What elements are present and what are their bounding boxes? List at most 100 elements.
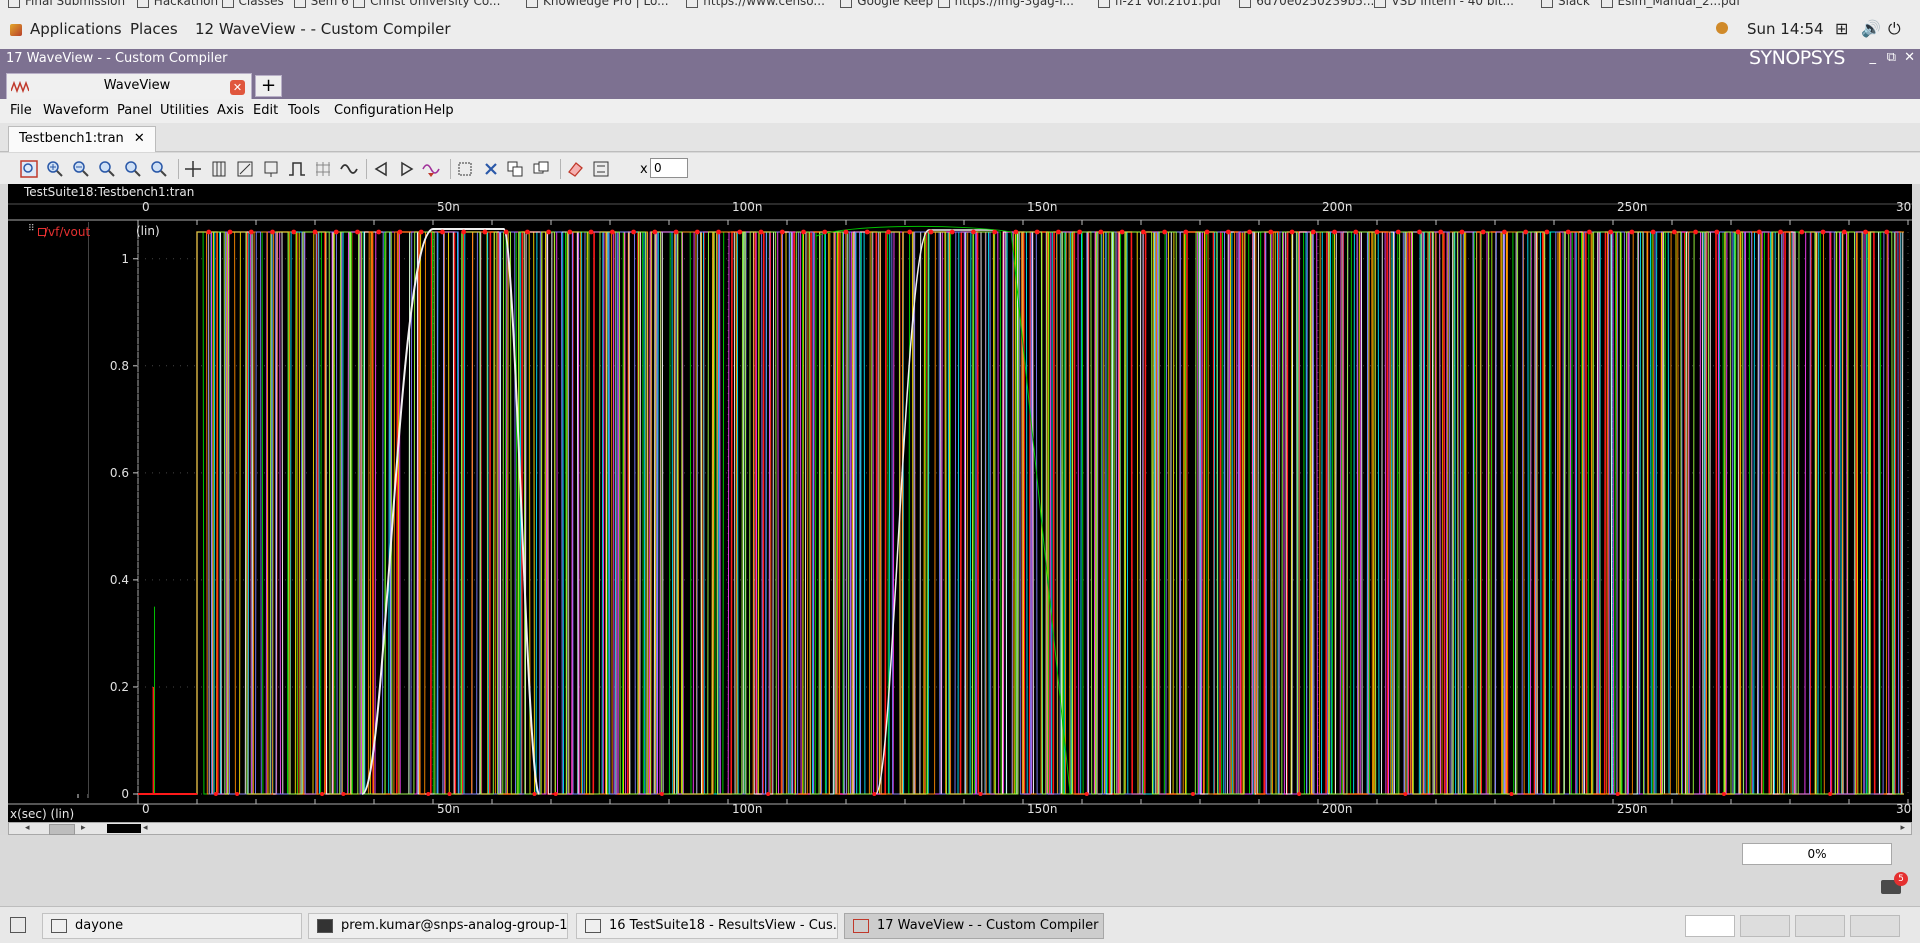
bookmark-item[interactable]: https://www.censo... bbox=[686, 0, 825, 8]
pan-left-icon[interactable]: ◂ bbox=[143, 823, 148, 833]
bookmark-item[interactable]: Esim_Manual_2...pdf bbox=[1600, 0, 1741, 8]
power-icon[interactable]: ⏻ bbox=[1888, 19, 1901, 39]
sine-wave-icon[interactable] bbox=[340, 160, 358, 178]
pulse-icon[interactable] bbox=[288, 160, 306, 178]
data-point-marker bbox=[1714, 229, 1720, 235]
window-titlebar[interactable]: 17 WaveView - - Custom Compiler SYNOPSYS… bbox=[0, 47, 1920, 69]
minimize-icon[interactable]: _ bbox=[1870, 50, 1877, 65]
vertical-marker-icon[interactable] bbox=[210, 160, 228, 178]
x-tick-label: 250n bbox=[1617, 802, 1648, 816]
zoom-in-icon[interactable] bbox=[46, 160, 64, 178]
waveform-trace bbox=[138, 231, 1904, 795]
grid-icon[interactable] bbox=[314, 160, 332, 178]
horizontal-scrollbar[interactable]: ◂ ▸ ◂ ▸ bbox=[8, 822, 1912, 835]
x-tick-label: 50n bbox=[437, 200, 460, 214]
bookmark-item[interactable]: Sem 6 bbox=[293, 0, 349, 8]
signal-marker-icon[interactable] bbox=[422, 160, 440, 178]
clock[interactable]: Sun 14:54 bbox=[1747, 20, 1824, 38]
scroll-left-icon[interactable]: ◂ bbox=[25, 823, 30, 833]
bookmark-item[interactable]: Knowledge Pro | Lo... bbox=[526, 0, 669, 8]
zoom-fit-icon[interactable] bbox=[20, 160, 38, 178]
measure-icon[interactable] bbox=[236, 160, 254, 178]
bookmark-item[interactable]: Hackathon bbox=[136, 0, 218, 8]
close-icon[interactable]: ✕ bbox=[1904, 50, 1915, 65]
places-menu[interactable]: Places bbox=[130, 20, 178, 38]
zoom-x-icon[interactable] bbox=[98, 160, 116, 178]
scroll-thumb[interactable] bbox=[49, 824, 75, 835]
data-point-marker bbox=[213, 792, 218, 796]
scroll-right-icon[interactable]: ▸ bbox=[81, 823, 86, 833]
data-point-marker bbox=[1671, 229, 1677, 235]
expand-icon[interactable]: ⠿ bbox=[28, 224, 35, 234]
paste-icon[interactable] bbox=[532, 160, 550, 178]
menu-help[interactable]: Help bbox=[424, 103, 454, 118]
workspace-1[interactable] bbox=[1685, 915, 1735, 937]
bookmark-item[interactable]: 6d70e0250239b5... bbox=[1239, 0, 1374, 8]
maximize-icon[interactable]: ⧉ bbox=[1887, 50, 1896, 65]
tab-waveview[interactable]: WaveView ✕ bbox=[6, 73, 252, 99]
bookmark-item[interactable]: https://img-3gag-f... bbox=[937, 0, 1074, 8]
copy-icon[interactable] bbox=[506, 160, 524, 178]
tab-testbench1-tran[interactable]: Testbench1:tran ✕ bbox=[8, 126, 156, 152]
bookmark-item[interactable]: fl-21 Vol.2101.pdf bbox=[1097, 0, 1221, 8]
waveform-chart[interactable]: 00.20.40.60.810050n50n100n100n150n150n20… bbox=[8, 184, 1912, 824]
annotate-icon[interactable] bbox=[262, 160, 280, 178]
task-terminal[interactable]: prem.kumar@snps-analog-group-16... bbox=[308, 913, 568, 939]
zoom-out-icon[interactable] bbox=[72, 160, 90, 178]
bookmark-icon bbox=[1374, 0, 1387, 8]
signal-name[interactable]: /vf/vout bbox=[44, 225, 94, 239]
data-point-marker bbox=[978, 792, 983, 796]
show-desktop-icon[interactable] bbox=[10, 917, 26, 933]
pan-right-icon[interactable]: ▸ bbox=[1900, 823, 1905, 833]
network-icon[interactable]: ⊞ bbox=[1835, 19, 1848, 38]
panel-settings-icon[interactable] bbox=[592, 160, 610, 178]
next-icon[interactable] bbox=[398, 160, 416, 178]
waveform-panel[interactable]: 0 0.2 0.4 0.6 0.8 1 0 0 50n 50n 100n 100n 150n 150n 20… bbox=[8, 184, 1912, 824]
bookmarks-bar: Final Submission Hackathon Classes Sem 6 Chr… bbox=[0, 0, 1920, 10]
menu-edit[interactable]: Edit bbox=[253, 103, 278, 118]
workspace-4[interactable] bbox=[1850, 915, 1900, 937]
doc-tab-close-icon[interactable]: ✕ bbox=[134, 131, 145, 146]
eraser-icon[interactable] bbox=[566, 160, 584, 178]
menu-utilities[interactable]: Utilities bbox=[160, 103, 209, 118]
workspace-3[interactable] bbox=[1795, 915, 1845, 937]
bookmark-item[interactable]: Google Keep bbox=[840, 0, 933, 8]
tab-label: WaveView bbox=[103, 78, 171, 93]
menu-file[interactable]: File bbox=[10, 103, 32, 118]
tab-close-icon[interactable]: ✕ bbox=[230, 80, 245, 95]
menu-configuration[interactable]: Configuration bbox=[334, 103, 422, 118]
crosshair-icon[interactable] bbox=[184, 160, 202, 178]
bookmark-item[interactable]: Slack bbox=[1541, 0, 1590, 8]
bookmark-icon bbox=[840, 0, 853, 8]
signal-list[interactable]: ⠿ /vf/vout bbox=[8, 222, 90, 794]
volume-icon[interactable]: 🔊 bbox=[1861, 19, 1881, 38]
x-value-input[interactable]: 0 bbox=[650, 158, 688, 178]
indicator-icon[interactable] bbox=[1716, 22, 1728, 34]
bookmark-item[interactable]: Christ University Co... bbox=[353, 0, 500, 8]
zoom-area-icon[interactable] bbox=[150, 160, 168, 178]
bookmark-item[interactable]: Final Submission bbox=[8, 0, 125, 8]
bookmark-item[interactable]: VSD Intern - 40 bit... bbox=[1374, 0, 1514, 8]
previous-icon[interactable] bbox=[372, 160, 390, 178]
menu-axis[interactable]: Axis bbox=[217, 103, 244, 118]
task-waveview[interactable]: 17 WaveView - - Custom Compiler bbox=[844, 913, 1104, 939]
bookmark-item[interactable]: Classes bbox=[221, 0, 284, 8]
menu-waveform[interactable]: Waveform bbox=[43, 103, 109, 118]
data-point-marker bbox=[1459, 229, 1465, 235]
menu-tools[interactable]: Tools bbox=[288, 103, 320, 118]
menu-panel[interactable]: Panel bbox=[117, 103, 152, 118]
task-resultsview[interactable]: 16 TestSuite18 - ResultsView - Cus... bbox=[576, 913, 838, 939]
data-point-marker bbox=[1310, 229, 1316, 235]
add-tab-button[interactable]: + bbox=[255, 75, 282, 97]
applications-menu[interactable]: Applications bbox=[30, 20, 122, 38]
workspace-2[interactable] bbox=[1740, 915, 1790, 937]
x-tick-label: 150n bbox=[1027, 200, 1058, 214]
active-window-title[interactable]: 12 WaveView - - Custom Compiler bbox=[195, 20, 451, 38]
task-dayone[interactable]: dayone bbox=[42, 913, 302, 939]
notification-icon[interactable]: 5 bbox=[1881, 872, 1908, 894]
data-point-marker bbox=[1544, 229, 1550, 235]
delete-icon[interactable] bbox=[482, 160, 500, 178]
data-point-marker bbox=[1565, 229, 1571, 235]
select-icon[interactable] bbox=[456, 160, 474, 178]
zoom-y-icon[interactable] bbox=[124, 160, 142, 178]
